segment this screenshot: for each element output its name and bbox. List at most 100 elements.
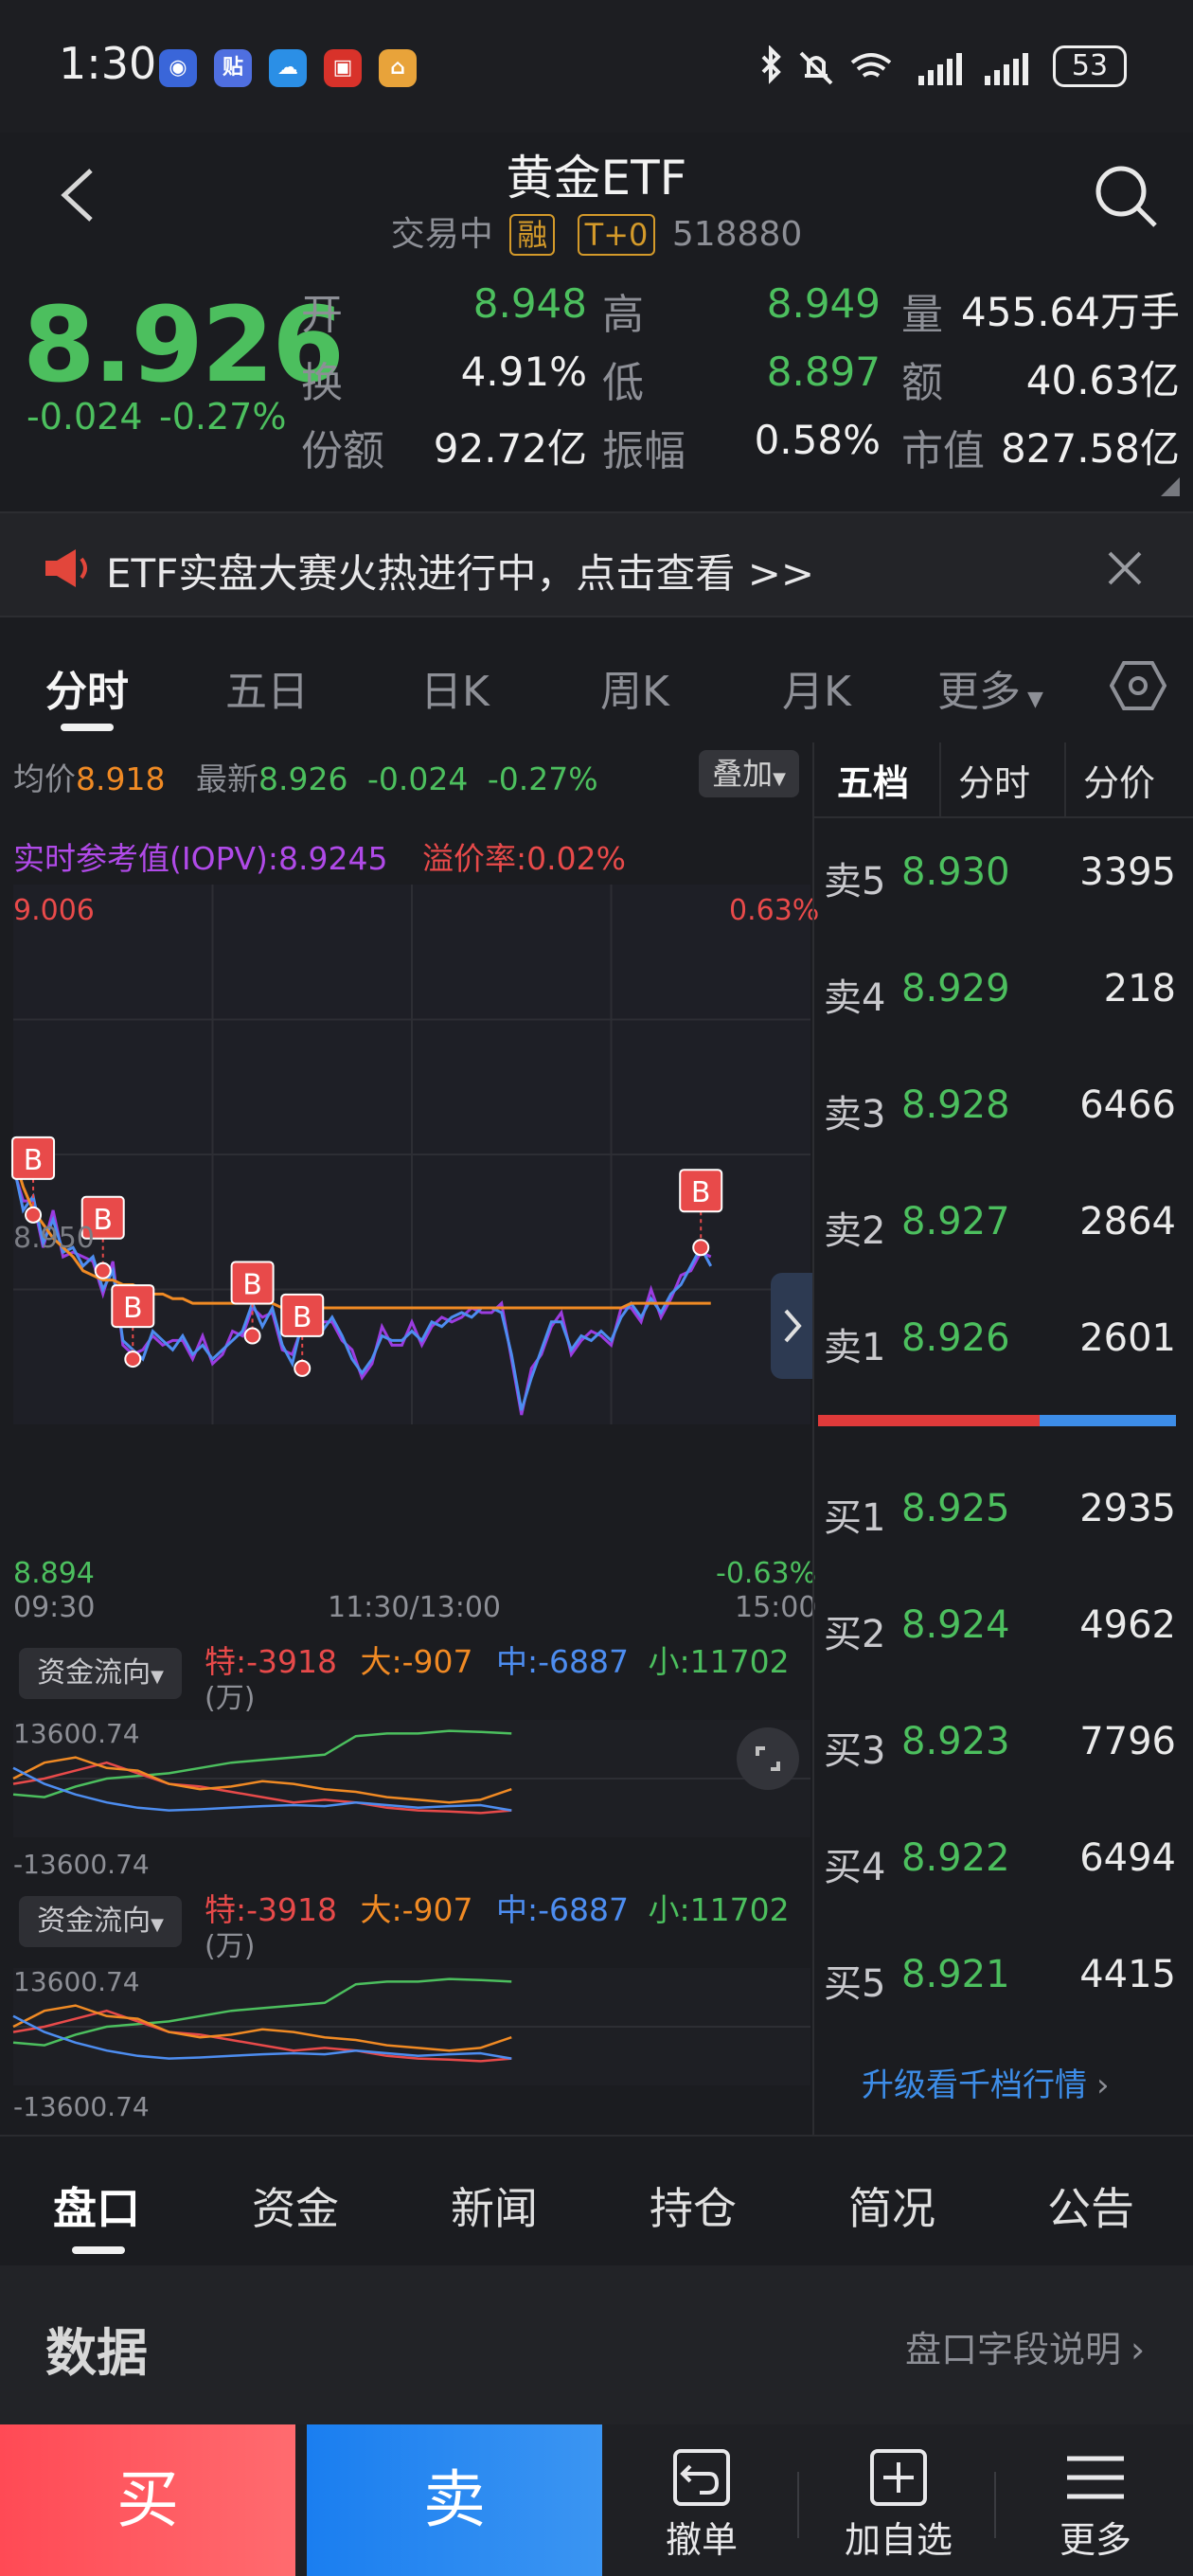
tab-five-levels[interactable]: 五档: [837, 754, 909, 806]
y-axis-mid: 8.950: [13, 1222, 95, 1255]
stock-code: 518880: [671, 215, 803, 254]
chevron-left-icon: [61, 169, 93, 222]
bids-volume: 6494: [1079, 1836, 1176, 1880]
field-help-label: 盘口字段说明: [905, 2329, 1122, 2370]
flow-medium: 中:-6887: [496, 1643, 630, 1680]
bids-row[interactable]: 买4 8.922 6494: [814, 1836, 1193, 1893]
fund-flow-legend: 特:-3918 大:-907 中:-6887 小:11702: [205, 1637, 790, 1682]
asks-row[interactable]: 卖5 8.930 3395: [814, 850, 1193, 907]
megaphone-icon: [45, 549, 87, 587]
tab-holdings[interactable]: 持仓: [650, 2174, 737, 2237]
stat-value: 827.58亿: [1001, 425, 1180, 472]
stat-value: 8.949: [766, 280, 881, 327]
search-icon: [1095, 166, 1157, 227]
margin-tag: 融: [509, 214, 556, 256]
status-bar: 1:30 ◉ 贴 ☁ ▣ ⌂ 53: [0, 0, 1193, 133]
asks-row[interactable]: 卖4 8.929 218: [814, 967, 1193, 1024]
detail-tabs: 盘口 资金 新闻 持仓 简况 公告: [0, 2135, 1193, 2256]
asks-row[interactable]: 卖3 8.928 6466: [814, 1083, 1193, 1140]
bids-row[interactable]: 买2 8.924 4962: [814, 1603, 1193, 1660]
flow-large: 大:-907: [360, 1643, 473, 1680]
latest-label: 最新: [195, 760, 258, 797]
wifi-icon: [850, 53, 892, 78]
stat-label: 换: [301, 359, 343, 407]
iopv-line: 实时参考值(IOPV):8.9245 溢价率:0.02%: [13, 833, 626, 879]
more-button[interactable]: 更多: [996, 2434, 1193, 2576]
tab-announcements[interactable]: 公告: [1047, 2174, 1134, 2237]
bids-label: 买4: [824, 1846, 886, 1889]
stat-label: 高: [602, 291, 644, 339]
stat-label: 份额: [301, 427, 384, 475]
tab-5day[interactable]: 五日: [225, 657, 309, 718]
add-watchlist-button[interactable]: 加自选: [799, 2434, 998, 2576]
flow-y-top: 13600.74: [13, 1718, 140, 1749]
expand-panel-button[interactable]: [771, 1273, 812, 1379]
section-title: 数据: [45, 2323, 148, 2383]
cloud-app-icon: ☁: [269, 49, 307, 87]
overlay-label: 叠加: [712, 756, 774, 792]
promo-banner[interactable]: ETF实盘大赛火热进行中，点击查看 >>: [0, 511, 1193, 617]
y-axis-top: 9.006: [13, 894, 95, 927]
cancel-order-button[interactable]: 撤单: [602, 2434, 801, 2576]
sell-button[interactable]: 卖: [307, 2424, 602, 2576]
tab-news[interactable]: 新闻: [451, 2174, 538, 2237]
pct-axis-top: 0.63%: [729, 894, 820, 927]
overlay-button[interactable]: 叠加▼: [699, 750, 799, 797]
latest-pct: -0.27%: [487, 760, 598, 797]
menu-icon: [1067, 2456, 1124, 2499]
intraday-chart[interactable]: BBBBBB: [0, 885, 812, 1424]
expand-corner-icon[interactable]: [1161, 477, 1180, 496]
data-section: 数据 盘口字段说明 ›: [0, 2265, 1193, 2426]
trading-status: 交易中: [390, 215, 493, 254]
tab-funds[interactable]: 资金: [252, 2174, 339, 2237]
bids-price: 8.925: [901, 1487, 1010, 1530]
tab-more[interactable]: 更多 ▼: [937, 657, 1043, 718]
avg-label: 均价: [13, 760, 76, 797]
stat-label: 额: [901, 359, 943, 407]
flow-medium: 中:-6887: [496, 1891, 630, 1928]
stat-value: 8.948: [472, 280, 587, 327]
fund-flow-legend-2: 特:-3918 大:-907 中:-6887 小:11702: [205, 1885, 790, 1930]
asks-row[interactable]: 卖1 8.926 2601: [814, 1316, 1193, 1373]
search-button[interactable]: [1089, 159, 1165, 235]
field-help-link[interactable]: 盘口字段说明 ›: [905, 2320, 1145, 2372]
tab-ticks[interactable]: 分时: [958, 754, 1030, 806]
asks-volume: 2601: [1079, 1316, 1176, 1360]
premium-label: 溢价率:: [422, 840, 527, 877]
fund-flow-dropdown-2[interactable]: 资金流向▼: [19, 1896, 182, 1947]
trade-point: [294, 1359, 312, 1377]
upgrade-link[interactable]: 升级看千档行情 ›: [862, 2059, 1110, 2105]
back-button[interactable]: [53, 152, 110, 237]
bids-row[interactable]: 买5 8.921 4415: [814, 1953, 1193, 2010]
tab-order-book[interactable]: 盘口: [53, 2174, 140, 2237]
bids-price: 8.922: [901, 1836, 1010, 1880]
asks-row[interactable]: 卖2 8.927 2864: [814, 1200, 1193, 1257]
upgrade-label: 升级看千档行情: [862, 2066, 1087, 2104]
chevron-right-icon: ›: [1131, 2329, 1146, 2370]
buy-button[interactable]: 买: [0, 2424, 295, 2576]
bids-row[interactable]: 买1 8.925 2935: [814, 1487, 1193, 1544]
fund-flow-dropdown[interactable]: 资金流向▼: [19, 1648, 182, 1699]
asks-price: 8.930: [901, 850, 1010, 894]
bids-row[interactable]: 买3 8.923 7796: [814, 1720, 1193, 1777]
tab-weekly-k[interactable]: 周K: [600, 657, 669, 718]
settings-hex-icon[interactable]: [1110, 659, 1166, 712]
caret-down-icon: ▼: [151, 1667, 164, 1687]
tab-overview[interactable]: 简况: [848, 2174, 935, 2237]
stat-label: 低: [602, 359, 644, 407]
tab-monthly-k[interactable]: 月K: [782, 657, 851, 718]
tab-price-dist[interactable]: 分价: [1083, 754, 1155, 806]
tab-intraday[interactable]: 分时: [45, 657, 129, 718]
buy-marker-label: B: [293, 1301, 312, 1334]
flow-unit: (万): [205, 1682, 256, 1715]
stat-label: 量: [901, 291, 943, 339]
x-axis-end: 15:00: [735, 1591, 817, 1624]
fullscreen-button[interactable]: [737, 1727, 799, 1790]
tab-daily-k[interactable]: 日K: [420, 657, 490, 718]
bids-label: 买5: [824, 1962, 886, 2006]
shopping-app-icon: ▣: [324, 49, 362, 87]
clock: 1:30: [59, 38, 157, 89]
close-icon[interactable]: [1106, 549, 1144, 587]
asks-label: 卖2: [824, 1209, 886, 1253]
buy-marker-label: B: [93, 1204, 113, 1237]
